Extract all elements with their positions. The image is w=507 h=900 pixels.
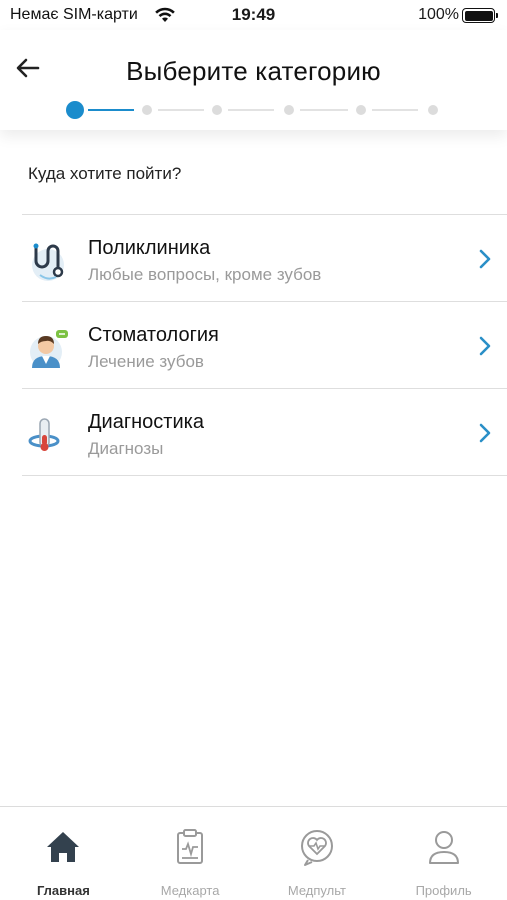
battery-percent: 100% (418, 6, 459, 23)
step-line (300, 109, 348, 111)
page-title: Выберите категорию (126, 56, 381, 86)
tab-medpult[interactable]: Медпульт (254, 807, 381, 900)
step-line (158, 109, 204, 111)
medical-card-icon (177, 829, 204, 864)
tab-label: Медпульт (287, 883, 346, 898)
step-dot (212, 105, 222, 115)
tab-label: Главная (36, 883, 90, 898)
tab-label: Медкарта (160, 883, 220, 898)
home-icon (47, 832, 80, 862)
status-bar: Немає SIM-карти 19:49 100% (0, 0, 507, 30)
step-line-active (88, 109, 134, 111)
step-dot (284, 105, 294, 115)
heart-pulse-icon (300, 830, 333, 866)
category-title: Диагностика (88, 411, 204, 433)
category-item-dentistry[interactable]: Стоматология Лечение зубов (22, 302, 507, 389)
category-subtitle: Лечение зубов (88, 352, 204, 371)
progress-stepper (66, 100, 441, 120)
header: Выберите категорию (0, 30, 507, 130)
step-line (228, 109, 274, 111)
chevron-right-icon (479, 423, 491, 443)
category-subtitle: Любые вопросы, кроме зубов (88, 265, 322, 284)
category-item-diagnostics[interactable]: Диагностика Диагнозы (22, 389, 507, 476)
step-dot (428, 105, 438, 115)
battery-icon (462, 8, 498, 23)
profile-icon (428, 831, 459, 864)
category-list: Поликлиника Любые вопросы, кроме зубов С… (22, 214, 507, 476)
step-dot (356, 105, 366, 115)
tab-bar: Главная Медкарта Медпульт Профиль (0, 806, 507, 900)
tab-medical-card[interactable]: Медкарта (127, 807, 254, 900)
dentist-icon (30, 330, 68, 368)
section-question: Куда хотите пойти? (28, 164, 182, 183)
chevron-right-icon (479, 249, 491, 269)
chevron-right-icon (479, 336, 491, 356)
step-line (372, 109, 418, 111)
step-dot-active (66, 101, 84, 119)
diagnostics-icon (28, 418, 60, 451)
category-item-polyclinic[interactable]: Поликлиника Любые вопросы, кроме зубов (22, 215, 507, 302)
tab-home[interactable]: Главная (0, 807, 127, 900)
stethoscope-icon (32, 243, 64, 281)
tab-profile[interactable]: Профиль (380, 807, 507, 900)
category-title: Поликлиника (88, 237, 211, 259)
category-title: Стоматология (88, 324, 219, 346)
tab-label: Профиль (415, 883, 472, 898)
category-subtitle: Диагнозы (88, 439, 164, 458)
step-dot (142, 105, 152, 115)
